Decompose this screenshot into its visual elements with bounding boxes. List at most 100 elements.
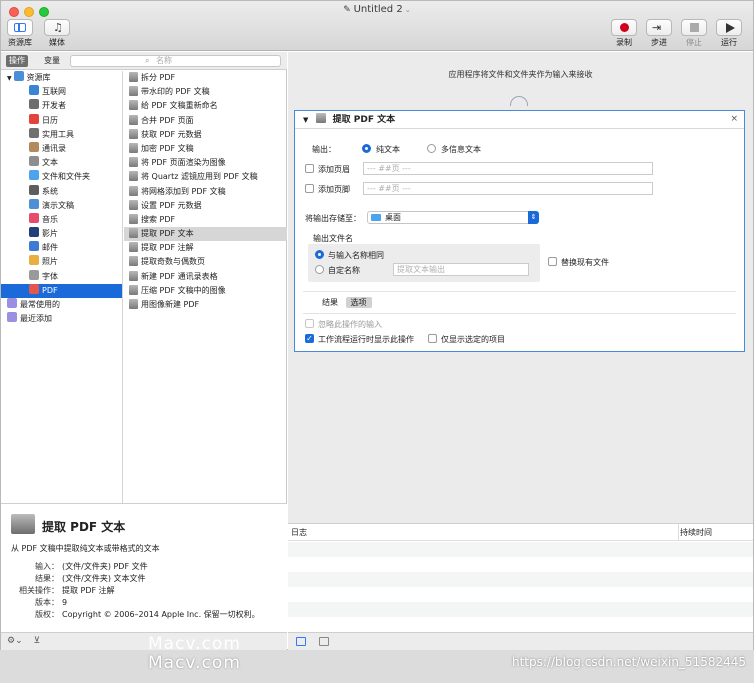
action-list-item[interactable]: 将网格添加到 PDF 文稿 bbox=[124, 185, 287, 199]
list-view-icon[interactable] bbox=[296, 637, 306, 646]
category-icon bbox=[29, 212, 39, 223]
action-list-item[interactable]: 获取 PDF 元数据 bbox=[124, 128, 287, 142]
custom-name-field[interactable]: 提取文本输出 bbox=[393, 263, 529, 276]
pdf-action-icon bbox=[129, 185, 138, 196]
action-list-item[interactable]: 提取 PDF 注解 bbox=[124, 241, 287, 255]
description-value: 9 bbox=[62, 598, 68, 607]
footer-field[interactable]: --- ##页 --- bbox=[363, 182, 653, 195]
action-list-item[interactable]: 搜索 PDF bbox=[124, 213, 287, 227]
search-input[interactable]: ⌕ 名称 bbox=[70, 55, 281, 67]
sidebar-item-category[interactable]: 音乐 bbox=[1, 212, 122, 227]
category-icon bbox=[29, 156, 39, 167]
workflow-input-header: 应用程序将文件和文件夹作为输入来接收 bbox=[448, 70, 593, 79]
action-description: 提取 PDF 文本 从 PDF 文稿中提取纯文本或带格式的文本 输入： (文件/文… bbox=[1, 503, 287, 632]
plain-text-radio[interactable] bbox=[362, 144, 371, 153]
action-card-header: ▼ 提取 PDF 文本 bbox=[295, 111, 744, 129]
category-label: 互联网 bbox=[42, 87, 66, 97]
split-view-icon[interactable] bbox=[319, 637, 329, 646]
sidebar-item-category[interactable]: 实用工具 bbox=[1, 127, 122, 142]
show-selected-only-checkbox[interactable] bbox=[428, 334, 437, 343]
tab-results[interactable]: 结果 bbox=[317, 297, 343, 308]
disclosure-triangle-icon[interactable]: ▼ bbox=[7, 75, 14, 82]
action-label: 将网格添加到 PDF 文稿 bbox=[141, 186, 226, 196]
tab-variables[interactable]: 变量 bbox=[41, 55, 63, 67]
duration-column-header[interactable]: 持续时间 bbox=[678, 524, 753, 540]
sidebar-item-category[interactable]: 开发者 bbox=[1, 99, 122, 113]
sidebar-item-category[interactable]: 文本 bbox=[1, 156, 122, 170]
media-button[interactable]: ♫ 媒体 bbox=[44, 19, 70, 48]
sidebar-item-category[interactable]: 最常使用的 bbox=[1, 298, 122, 312]
action-list-item[interactable]: 压缩 PDF 文稿中的图像 bbox=[124, 284, 287, 298]
action-list-item[interactable]: 新建 PDF 通讯录表格 bbox=[124, 270, 287, 284]
step-icon: ⇥ bbox=[652, 21, 662, 34]
sidebar-item-category[interactable]: 字体 bbox=[1, 269, 122, 284]
action-list-item[interactable]: 设置 PDF 元数据 bbox=[124, 199, 287, 213]
record-button[interactable]: 录制 bbox=[611, 19, 637, 48]
action-list-item[interactable]: 加密 PDF 文稿 bbox=[124, 142, 287, 156]
tab-actions[interactable]: 操作 bbox=[6, 55, 28, 67]
action-list-item[interactable]: 将 PDF 页面渲染为图像 bbox=[124, 156, 287, 170]
custom-name-radio[interactable] bbox=[315, 265, 324, 274]
sidebar-item-category[interactable]: 影片 bbox=[1, 227, 122, 241]
pdf-action-icon bbox=[129, 100, 138, 111]
sidebar-item-category[interactable]: 通讯录 bbox=[1, 141, 122, 156]
action-list-item[interactable]: 提取 PDF 文本 bbox=[124, 227, 287, 242]
save-location-popup[interactable]: 桌面 ⇕ bbox=[367, 211, 539, 224]
document-icon: ✎ bbox=[343, 5, 354, 15]
show-when-run-checkbox[interactable]: ✓ bbox=[305, 334, 314, 343]
pdf-action-icon bbox=[129, 242, 138, 253]
ignore-input-checkbox[interactable] bbox=[305, 319, 314, 328]
sidebar-item-category[interactable]: 邮件 bbox=[1, 241, 122, 255]
category-label: 开发者 bbox=[42, 101, 66, 111]
sidebar-item-category[interactable]: PDF bbox=[1, 283, 122, 298]
disclosure-triangle-icon[interactable]: ▼ bbox=[303, 116, 308, 124]
action-label: 给 PDF 文稿重新命名 bbox=[141, 101, 218, 111]
category-icon bbox=[29, 255, 39, 266]
same-as-input-radio[interactable] bbox=[315, 250, 324, 259]
tab-options[interactable]: 选项 bbox=[345, 297, 372, 308]
watermark-url: https://blog.csdn.net/weixin_51582445 bbox=[511, 655, 746, 669]
action-card-extract-pdf-text[interactable]: ▼ 提取 PDF 文本 × 输出： 纯文本 多信息文本 添加页眉 --- ##页… bbox=[294, 110, 745, 352]
log-column-header[interactable]: 日志 bbox=[291, 524, 307, 541]
action-list-item[interactable]: 将 Quartz 滤镜应用到 PDF 文稿 bbox=[124, 170, 287, 184]
sidebar-item-category[interactable]: 互联网 bbox=[1, 85, 122, 99]
collapse-description-icon[interactable]: ⊻ bbox=[33, 636, 40, 646]
category-label: 通讯录 bbox=[42, 143, 66, 153]
play-icon bbox=[726, 23, 735, 33]
replace-existing-checkbox[interactable] bbox=[548, 257, 557, 266]
sidebar-item-category[interactable]: 日历 bbox=[1, 113, 122, 128]
action-label: 加密 PDF 文稿 bbox=[141, 143, 194, 153]
sidebar-item-category[interactable]: ▼ 资源库 bbox=[1, 71, 122, 85]
sidebar-item-category[interactable]: 最近添加 bbox=[1, 312, 122, 326]
action-label: 拆分 PDF bbox=[141, 73, 176, 82]
add-header-checkbox[interactable] bbox=[305, 164, 314, 173]
add-footer-checkbox[interactable] bbox=[305, 184, 314, 193]
chevron-down-icon[interactable]: ⌄ bbox=[403, 6, 411, 14]
action-list-item[interactable]: 合并 PDF 页面 bbox=[124, 114, 287, 128]
stop-button[interactable]: 停止 bbox=[681, 19, 707, 48]
action-list-item[interactable]: 提取奇数与偶数页 bbox=[124, 255, 287, 269]
rich-text-radio[interactable] bbox=[427, 144, 436, 153]
sidebar-item-category[interactable]: 照片 bbox=[1, 255, 122, 269]
action-list-item[interactable]: 用图像新建 PDF bbox=[124, 298, 287, 312]
library-button[interactable]: 资源库 bbox=[7, 19, 33, 48]
action-list-item[interactable]: 带水印的 PDF 文稿 bbox=[124, 85, 287, 99]
sidebar-item-category[interactable]: 文件和文件夹 bbox=[1, 170, 122, 184]
description-row: 版权： Copyright © 2006–2014 Apple Inc. 保留一切… bbox=[11, 609, 260, 620]
category-list: ▼ 资源库互联网开发者日历 实用工具 通讯录文本 文件和文件夹系统演示文稿 音乐 影片 邮件… bbox=[1, 71, 123, 503]
step-button[interactable]: ⇥ 步进 bbox=[646, 19, 672, 48]
action-list-item[interactable]: 拆分 PDF bbox=[124, 71, 287, 85]
run-button[interactable]: 运行 bbox=[716, 19, 742, 48]
category-label: 系统 bbox=[42, 186, 58, 196]
pdf-action-icon bbox=[129, 213, 138, 224]
close-icon[interactable]: × bbox=[730, 114, 738, 124]
action-list-item[interactable]: 给 PDF 文稿重新命名 bbox=[124, 99, 287, 113]
category-icon bbox=[29, 241, 39, 252]
gear-icon[interactable]: ⚙⌄ bbox=[7, 636, 23, 646]
header-field[interactable]: --- ##页 --- bbox=[363, 162, 653, 175]
sidebar-item-category[interactable]: 系统 bbox=[1, 184, 122, 199]
library-footer: ⚙⌄ ⊻ bbox=[1, 632, 287, 650]
category-icon bbox=[13, 71, 24, 81]
category-icon bbox=[29, 141, 39, 152]
sidebar-item-category[interactable]: 演示文稿 bbox=[1, 198, 122, 213]
